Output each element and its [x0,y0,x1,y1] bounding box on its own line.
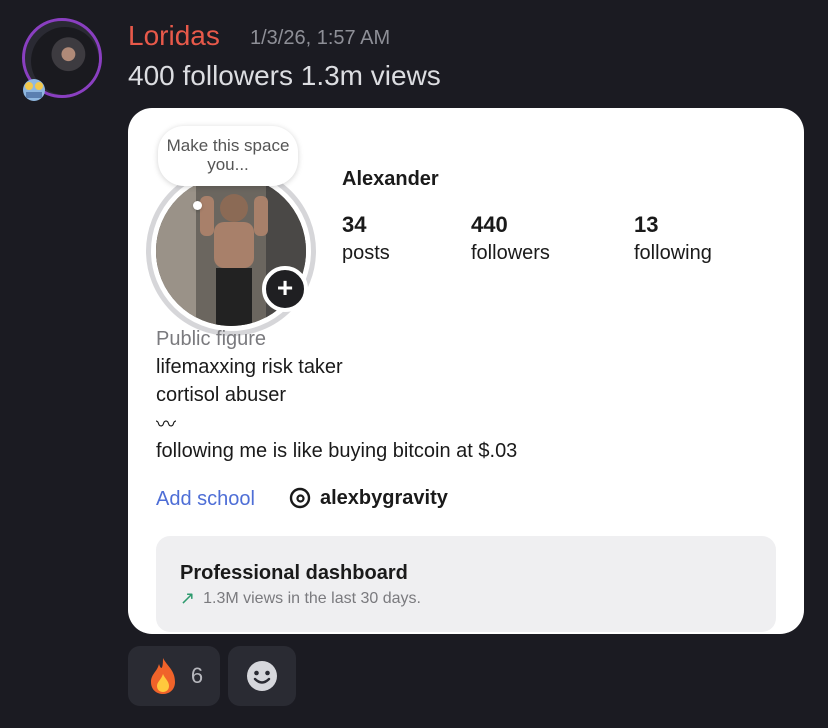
stat-following-label: following [634,242,712,264]
profile-category: Public figure [156,328,267,350]
reaction-fire[interactable]: 6 [128,646,220,706]
stat-posts-value: 34 [342,212,367,237]
stat-followers-value: 440 [471,212,508,237]
message-author[interactable]: Loridas [128,20,220,52]
dashboard-subtitle: ↗ 1.3M views in the last 30 days. [180,588,421,609]
professional-dashboard[interactable]: Professional dashboard ↗ 1.3M views in t… [156,536,776,632]
stat-followers[interactable]: 440 followers [471,212,550,265]
stat-posts-label: posts [342,242,390,264]
fire-emoji-icon [150,658,175,694]
note-bubble-tail [193,201,202,210]
bio-line: cortisol abuser [156,384,287,406]
bio-line: 〰 [156,414,176,436]
stat-following[interactable]: 13 following [634,212,712,265]
user-avatar[interactable] [22,18,106,102]
profile-name: Alexander [342,168,439,190]
add-school-link[interactable]: Add school [156,488,255,511]
stat-followers-label: followers [471,242,550,264]
attached-image[interactable]: Make this space you... + Alexander 34 po… [128,108,804,634]
avatar-decoration-icon [23,79,45,101]
bio-line: following me is like buying bitcoin at $… [156,440,518,462]
dashboard-subtitle-text: 1.3M views in the last 30 days. [203,589,421,607]
bio-line: lifemaxxing risk taker [156,356,343,378]
trend-up-arrow-icon: ↗ [180,588,196,608]
add-story-plus-icon[interactable]: + [262,266,308,312]
stat-posts[interactable]: 34 posts [342,212,390,265]
stat-following-value: 13 [634,212,659,237]
note-bubble[interactable]: Make this space you... [158,126,298,186]
add-reaction-smile-icon [247,661,277,691]
add-reaction-button[interactable] [228,646,296,706]
dashboard-title: Professional dashboard [180,562,408,584]
message-text: 400 followers 1.3m views [128,60,441,91]
threads-link[interactable]: alexbygravity [288,486,448,510]
threads-icon [289,487,311,509]
chat-message: Loridas 1/3/26, 1:57 AM 400 followers 1.… [0,0,828,728]
threads-handle: alexbygravity [320,486,448,509]
note-bubble-text: Make this space you... [166,136,290,174]
message-timestamp: 1/3/26, 1:57 AM [250,27,391,49]
reaction-count: 6 [190,663,204,688]
